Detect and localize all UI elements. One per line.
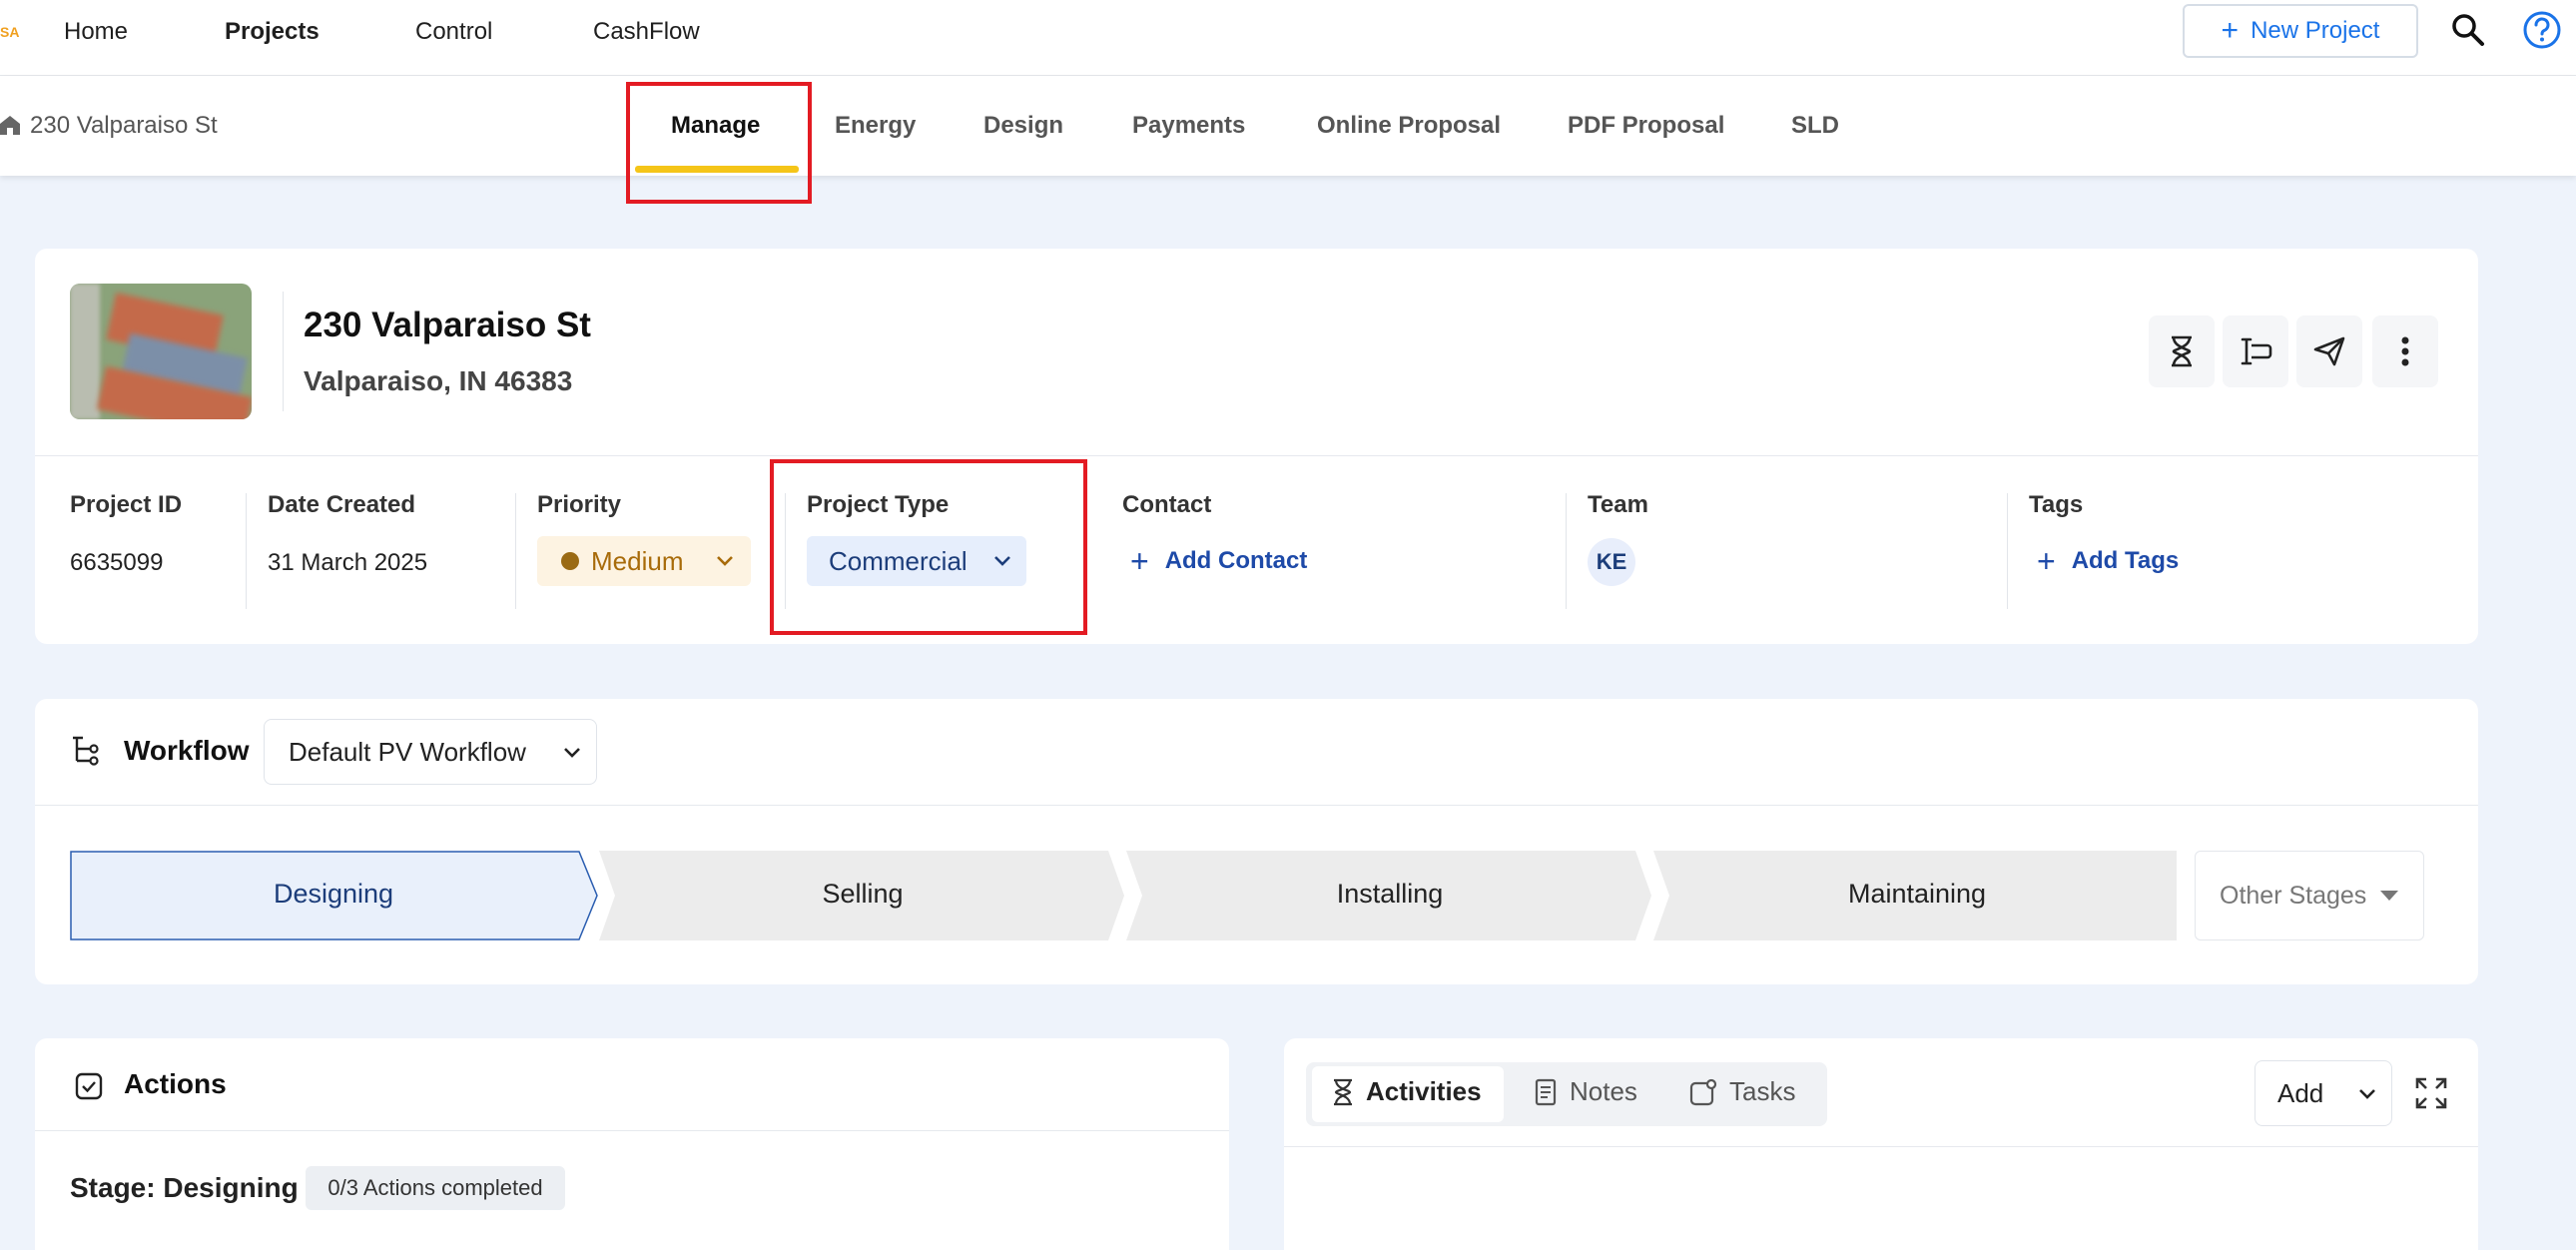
tab-payments[interactable]: Payments <box>1132 112 1245 140</box>
tab-pdf-proposal[interactable]: PDF Proposal <box>1568 112 1724 140</box>
divider <box>246 493 247 609</box>
more-options-button[interactable] <box>2372 315 2438 387</box>
divider <box>515 493 516 609</box>
notes-icon <box>1535 1078 1557 1105</box>
plus-icon: + <box>2221 14 2240 47</box>
expand-icon[interactable] <box>2414 1076 2448 1110</box>
hourglass-icon <box>1334 1078 1352 1105</box>
divider <box>1284 1146 2478 1147</box>
workflow-select[interactable]: Default PV Workflow <box>264 719 597 785</box>
actions-label: Actions <box>124 1068 227 1099</box>
tasks-icon <box>1689 1078 1717 1105</box>
priority-value: Medium <box>591 545 684 576</box>
new-project-button[interactable]: + New Project <box>2183 4 2418 58</box>
tab-online-proposal[interactable]: Online Proposal <box>1317 112 1501 140</box>
home-icon <box>0 116 20 135</box>
chevron-down-icon <box>717 556 733 566</box>
project-type-highlight <box>770 459 1087 635</box>
stage-selling-label: Selling <box>822 879 904 909</box>
help-icon[interactable] <box>2522 10 2562 50</box>
tags-label: Tags <box>2029 491 2084 518</box>
nav-control[interactable]: Control <box>415 18 492 46</box>
team-label: Team <box>1588 491 1648 518</box>
project-title: 230 Valparaiso St <box>304 306 591 344</box>
chevron-down-icon <box>564 748 580 758</box>
nav-home[interactable]: Home <box>64 18 128 46</box>
rename-button[interactable] <box>2223 315 2288 387</box>
project-sub-nav: 230 Valparaiso St Manage Energy Design P… <box>0 76 2576 176</box>
divider <box>1566 493 1567 609</box>
project-satellite-thumbnail[interactable] <box>70 284 252 419</box>
add-contact-link[interactable]: + Add Contact <box>1130 545 1307 577</box>
project-id-value: 6635099 <box>70 549 164 576</box>
new-project-label: New Project <box>2251 17 2380 44</box>
checkbox-icon <box>75 1072 103 1100</box>
add-tags-label: Add Tags <box>2071 547 2180 574</box>
breadcrumb[interactable]: 230 Valparaiso St <box>30 112 218 140</box>
text-cursor-icon <box>2241 337 2272 365</box>
priority-dropdown[interactable]: Medium <box>537 536 751 586</box>
tab-activities-label: Activities <box>1366 1076 1482 1106</box>
divider <box>2007 493 2008 609</box>
hourglass-icon <box>2172 335 2192 367</box>
add-tags-link[interactable]: + Add Tags <box>2037 545 2179 577</box>
other-stages-dropdown[interactable]: Other Stages <box>2195 851 2424 940</box>
add-activity-dropdown[interactable]: Add <box>2254 1060 2392 1126</box>
nav-projects[interactable]: Projects <box>225 18 320 46</box>
nav-cashflow[interactable]: CashFlow <box>593 18 700 46</box>
workflow-tree-icon <box>73 736 99 766</box>
current-stage-title: Stage: Designing <box>70 1172 299 1203</box>
divider <box>283 292 284 411</box>
hourglass-button[interactable] <box>2149 315 2215 387</box>
divider <box>35 1130 1229 1131</box>
add-contact-label: Add Contact <box>1164 547 1308 574</box>
project-address: Valparaiso, IN 46383 <box>304 365 573 396</box>
plus-icon: + <box>2037 543 2056 579</box>
tab-activities[interactable]: Activities <box>1332 1076 1482 1107</box>
stage-maintaining-label: Maintaining <box>1847 879 1987 909</box>
tab-energy[interactable]: Energy <box>835 112 916 140</box>
date-created-value: 31 March 2025 <box>268 549 428 576</box>
chevron-down-icon <box>2359 1089 2375 1099</box>
top-nav: SA Home Projects Control CashFlow + New … <box>0 0 2576 76</box>
stage-designing-label: Designing <box>273 879 394 909</box>
tab-tasks[interactable]: Tasks <box>1689 1076 1795 1107</box>
stage-installing-label: Installing <box>1336 879 1444 909</box>
tab-sld[interactable]: SLD <box>1791 112 1839 140</box>
tab-notes[interactable]: Notes <box>1534 1076 1637 1107</box>
actions-progress-badge: 0/3 Actions completed <box>306 1166 565 1210</box>
send-button[interactable] <box>2296 315 2362 387</box>
add-activity-label: Add <box>2277 1077 2324 1108</box>
team-avatar[interactable]: KE <box>1588 538 1635 586</box>
more-vertical-icon <box>2401 336 2409 366</box>
contact-label: Contact <box>1122 491 1212 518</box>
workflow-label: Workflow <box>124 735 250 766</box>
caret-down-icon <box>2380 891 2399 901</box>
plus-icon: + <box>1130 543 1149 579</box>
manage-tab-highlight <box>626 82 812 204</box>
search-icon[interactable] <box>2450 12 2486 48</box>
date-created-label: Date Created <box>268 491 416 518</box>
tab-design[interactable]: Design <box>983 112 1063 140</box>
tab-notes-label: Notes <box>1570 1076 1637 1106</box>
priority-dot <box>561 552 579 570</box>
tab-tasks-label: Tasks <box>1729 1076 1796 1106</box>
priority-label: Priority <box>537 491 622 518</box>
send-icon <box>2313 336 2345 366</box>
divider <box>35 455 2478 456</box>
workflow-select-value: Default PV Workflow <box>289 736 526 767</box>
project-id-label: Project ID <box>70 491 183 518</box>
logo[interactable]: SA <box>0 24 19 40</box>
other-stages-label: Other Stages <box>2220 881 2367 910</box>
divider <box>35 805 2478 806</box>
